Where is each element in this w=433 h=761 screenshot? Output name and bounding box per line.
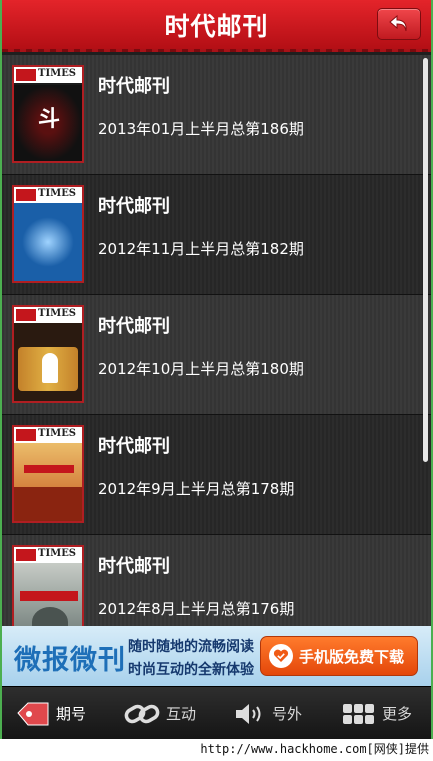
tab-label: 期号 [56,705,87,723]
page-title: 时代邮刊 [164,12,269,41]
ad-brand: 微报微刊 [14,645,126,676]
list-item[interactable]: TIMES 时代邮刊 2012年11月上半月总第182期 [2,175,431,295]
issue-subtitle: 2012年10月上半月总第180期 [98,360,304,378]
tag-icon [17,702,49,725]
tab-extra[interactable]: 号外 [234,687,302,739]
tab-issues[interactable]: 期号 [16,687,86,739]
list-item[interactable]: TIMES 斗 时代邮刊 2013年01月上半月总第186期 [2,55,431,175]
issue-subtitle: 2012年11月上半月总第182期 [98,240,304,258]
heart-check-icon [269,644,293,668]
issue-title: 时代邮刊 [98,76,170,97]
app-window: 时代邮刊 TIMES 斗 时代邮刊 2013年01月上半月总第186期 TIME… [2,0,431,739]
issue-cover: TIMES [12,425,84,523]
title-bar: 时代邮刊 [2,0,431,52]
download-button-label: 手机版免费下载 [299,647,405,666]
issue-subtitle: 2013年01月上半月总第186期 [98,120,304,138]
watermark-footer: http://www.hackhome.com[网侠]提供 [0,739,433,761]
issue-subtitle: 2012年8月上半月总第176期 [98,600,295,618]
bottom-tab-bar: 期号 互动 号外 更多 [2,686,431,739]
speaker-icon [236,703,261,724]
ad-tagline-2: 时尚互动的全新体验 [128,662,254,678]
tab-more[interactable]: 更多 [342,687,412,739]
link-icon [124,704,160,723]
tab-interact[interactable]: 互动 [124,687,196,739]
issue-cover: TIMES [12,545,84,626]
ad-tagline-1: 随时随地的流畅阅读 [128,639,254,655]
back-arrow-icon [389,14,407,32]
cover-glyph: 斗 [38,107,61,132]
issue-title: 时代邮刊 [98,436,170,457]
download-button[interactable]: 手机版免费下载 [260,636,418,676]
ad-banner[interactable]: 微报微刊 随时随地的流畅阅读 时尚互动的全新体验 手机版免费下载 [2,626,431,686]
tab-label: 号外 [272,705,303,723]
issue-cover: TIMES [12,185,84,283]
tab-label: 更多 [382,705,413,723]
issue-title: 时代邮刊 [98,556,170,577]
issue-title: 时代邮刊 [98,316,170,337]
tab-label: 互动 [166,705,197,723]
list-item[interactable]: TIMES 时代邮刊 2012年9月上半月总第178期 [2,415,431,535]
issue-subtitle: 2012年9月上半月总第178期 [98,480,295,498]
issue-cover: TIMES [12,305,84,403]
grid-icon [343,703,374,724]
issue-cover: TIMES 斗 [12,65,84,163]
issue-title: 时代邮刊 [98,196,170,217]
list-item[interactable]: TIMES 时代邮刊 2012年10月上半月总第180期 [2,295,431,415]
back-button[interactable] [377,8,421,40]
list-item[interactable]: TIMES 时代邮刊 2012年8月上半月总第176期 [2,535,431,626]
issue-list[interactable]: TIMES 斗 时代邮刊 2013年01月上半月总第186期 TIMES 时代邮… [2,55,431,626]
scrollbar[interactable] [423,58,428,462]
